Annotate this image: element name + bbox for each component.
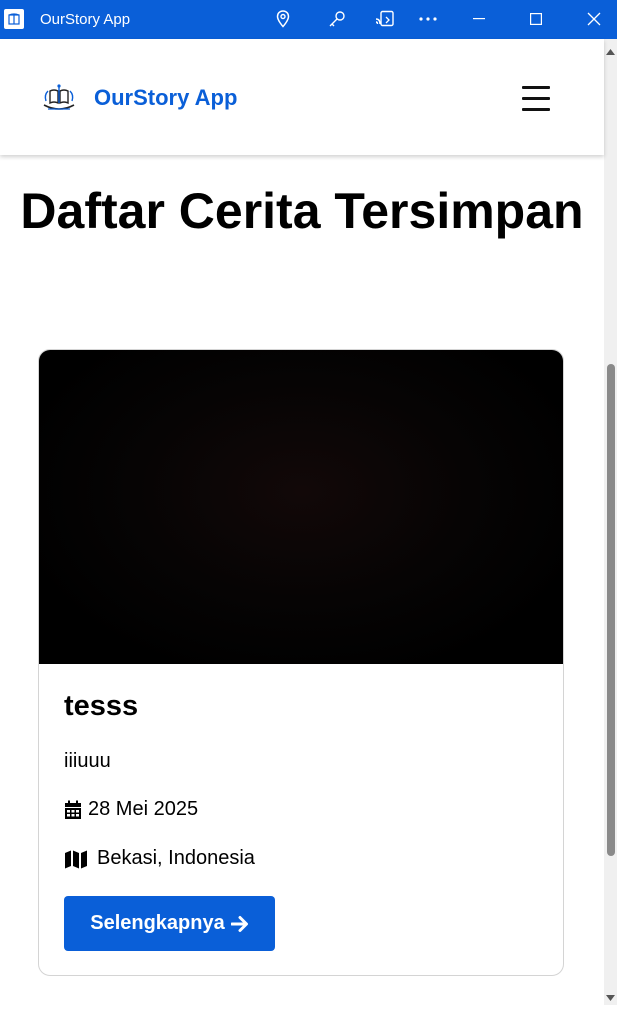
window-title: OurStory App xyxy=(40,11,131,28)
app-logo-icon xyxy=(4,9,24,29)
maximize-icon[interactable] xyxy=(520,4,552,34)
page-title: Daftar Cerita Tersimpan xyxy=(20,183,584,239)
read-more-button[interactable]: Selengkapnya xyxy=(64,896,275,951)
brand-logo-icon[interactable] xyxy=(40,83,78,115)
vertical-scrollbar[interactable] xyxy=(604,39,617,1005)
scrollbar-thumb[interactable] xyxy=(607,364,615,856)
brand-name[interactable]: OurStory App xyxy=(94,85,237,111)
window-titlebar: OurStory App xyxy=(0,0,617,39)
minimize-icon[interactable] xyxy=(463,4,495,34)
story-description: iiiuuu xyxy=(64,750,111,772)
scroll-up-arrow-icon[interactable] xyxy=(604,45,617,57)
more-icon[interactable] xyxy=(412,4,444,34)
arrow-right-icon xyxy=(230,915,249,933)
scroll-down-arrow-icon[interactable] xyxy=(604,991,617,1003)
location-icon[interactable] xyxy=(267,4,299,34)
story-date: 28 Mei 2025 xyxy=(64,798,198,821)
app-header: OurStory App xyxy=(0,39,604,155)
key-icon[interactable] xyxy=(321,4,353,34)
read-more-label: Selengkapnya xyxy=(90,912,225,934)
story-date-text: 28 Mei 2025 xyxy=(88,798,199,820)
story-image xyxy=(39,350,563,664)
map-icon xyxy=(64,849,88,869)
story-location-text: Bekasi, Indonesia xyxy=(97,847,255,869)
story-card: tesss iiiuuu 28 Mei 2025 Bekasi, Indones… xyxy=(38,349,564,976)
cast-icon[interactable] xyxy=(369,4,401,34)
hamburger-menu-icon[interactable] xyxy=(520,83,554,115)
calendar-icon xyxy=(64,800,84,820)
close-icon[interactable] xyxy=(578,4,610,34)
story-location: Bekasi, Indonesia xyxy=(64,847,255,870)
story-title: tesss xyxy=(64,690,139,722)
